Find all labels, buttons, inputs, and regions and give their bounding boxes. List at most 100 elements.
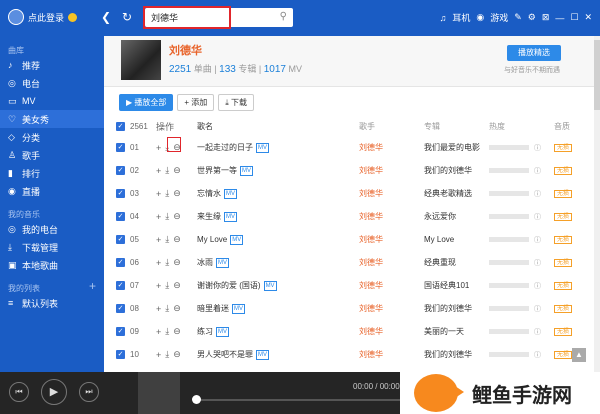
sidebar-item-download-manager[interactable]: ⤓ 下载管理 bbox=[0, 238, 104, 256]
progress-handle[interactable] bbox=[192, 395, 201, 404]
song-album[interactable]: 我们的刘德华 bbox=[424, 303, 489, 314]
song-album[interactable]: 经典重现 bbox=[424, 257, 489, 268]
info-icon[interactable]: ⓘ bbox=[534, 143, 554, 153]
add-icon[interactable]: + bbox=[156, 281, 161, 291]
row-checkbox[interactable]: ✓ bbox=[116, 327, 125, 336]
more-icon[interactable]: ⊖ bbox=[173, 188, 181, 199]
download-icon[interactable]: ⤓ bbox=[165, 303, 169, 314]
song-title[interactable]: 谢谢你的爱 (国语) MV bbox=[197, 280, 359, 291]
search-icon[interactable]: ⚲ bbox=[280, 11, 287, 22]
song-title[interactable]: 男人哭吧不是罪 MV bbox=[197, 349, 359, 360]
more-icon[interactable]: ⊖ bbox=[173, 257, 181, 268]
add-icon[interactable]: + bbox=[156, 235, 161, 245]
download-icon[interactable]: ⤓ bbox=[165, 211, 169, 222]
song-artist[interactable]: 刘德华 bbox=[359, 142, 424, 153]
mv-count[interactable]: 1017 bbox=[264, 64, 286, 75]
add-list-icon[interactable]: + bbox=[89, 279, 96, 293]
sidebar-item-local-songs[interactable]: ▣ 本地歌曲 bbox=[0, 256, 104, 274]
song-artist[interactable]: 刘德华 bbox=[359, 349, 424, 360]
sidebar-item-beauty-show[interactable]: ♡ 美女秀 bbox=[0, 110, 104, 128]
info-icon[interactable]: ⓘ bbox=[534, 166, 554, 176]
add-icon[interactable]: + bbox=[156, 304, 161, 314]
table-row[interactable]: ✓ 05 + ⤓ ⊖ My Love MV 刘德华 My Love ⓘ 无损 bbox=[104, 228, 600, 251]
sidebar-item-recommend[interactable]: ♪ 推荐 bbox=[0, 56, 104, 74]
select-all-checkbox[interactable]: ✓ bbox=[116, 122, 125, 131]
more-icon[interactable]: ⊖ bbox=[173, 303, 181, 314]
back-to-top-icon[interactable]: ▲ bbox=[572, 348, 586, 362]
table-row[interactable]: ✓ 07 + ⤓ ⊖ 谢谢你的爱 (国语) MV 刘德华 国语经典101 ⓘ 无损 bbox=[104, 274, 600, 297]
song-artist[interactable]: 刘德华 bbox=[359, 188, 424, 199]
sidebar-item-radio[interactable]: ◎ 电台 bbox=[0, 74, 104, 92]
table-row[interactable]: ✓ 01 + ⤓ ⊖ 一起走过的日子 MV 刘德华 我们最爱的电影 ⓘ 无损 bbox=[104, 136, 600, 159]
mv-badge[interactable]: MV bbox=[232, 303, 245, 314]
more-icon[interactable]: ⊖ bbox=[173, 349, 181, 360]
song-title[interactable]: 世界第一等 MV bbox=[197, 165, 359, 176]
mv-badge[interactable]: MV bbox=[224, 211, 237, 222]
add-icon[interactable]: + bbox=[156, 166, 161, 176]
download-icon[interactable]: ⤓ bbox=[165, 234, 169, 245]
previous-icon[interactable]: ⏮ bbox=[9, 382, 29, 402]
add-icon[interactable]: + bbox=[156, 258, 161, 268]
song-album[interactable]: 我们的刘德华 bbox=[424, 165, 489, 176]
refresh-icon[interactable]: ↻ bbox=[122, 10, 132, 24]
add-icon[interactable]: + bbox=[156, 189, 161, 199]
scrollbar[interactable] bbox=[594, 36, 600, 372]
sidebar-item-category[interactable]: ◇ 分类 bbox=[0, 128, 104, 146]
sidebar-item-default-list[interactable]: ≡ 默认列表 bbox=[0, 294, 104, 312]
song-artist[interactable]: 刘德华 bbox=[359, 257, 424, 268]
info-icon[interactable]: ⓘ bbox=[534, 304, 554, 314]
mv-badge[interactable]: MV bbox=[256, 142, 269, 153]
more-icon[interactable]: ⊖ bbox=[173, 211, 181, 222]
settings-icon[interactable]: ⚙ bbox=[528, 12, 536, 23]
download-button[interactable]: ⤓ 下载 bbox=[218, 93, 255, 111]
song-artist[interactable]: 刘德华 bbox=[359, 326, 424, 337]
table-row[interactable]: ✓ 02 + ⤓ ⊖ 世界第一等 MV 刘德华 我们的刘德华 ⓘ 无损 bbox=[104, 159, 600, 182]
table-row[interactable]: ✓ 06 + ⤓ ⊖ 冰雨 MV 刘德华 经典重现 ⓘ 无损 bbox=[104, 251, 600, 274]
more-icon[interactable]: ⊖ bbox=[173, 326, 181, 337]
mv-count-label[interactable]: MV bbox=[289, 64, 303, 74]
more-icon[interactable]: ⊖ bbox=[173, 165, 181, 176]
search-box[interactable]: 刘德华 ⚲ bbox=[143, 6, 293, 29]
song-artist[interactable]: 刘德华 bbox=[359, 280, 424, 291]
mv-badge[interactable]: MV bbox=[216, 257, 229, 268]
song-title[interactable]: 暗里着迷 MV bbox=[197, 303, 359, 314]
more-icon[interactable]: ⊖ bbox=[173, 280, 181, 291]
info-icon[interactable]: ⓘ bbox=[534, 327, 554, 337]
row-checkbox[interactable]: ✓ bbox=[116, 189, 125, 198]
info-icon[interactable]: ⓘ bbox=[534, 235, 554, 245]
more-icon[interactable]: ⊖ bbox=[173, 234, 181, 245]
add-button[interactable]: + 添加 bbox=[177, 93, 215, 111]
song-count[interactable]: 2251 bbox=[169, 64, 191, 75]
row-checkbox[interactable]: ✓ bbox=[116, 304, 125, 313]
info-icon[interactable]: ⓘ bbox=[534, 258, 554, 268]
mv-badge[interactable]: MV bbox=[216, 326, 229, 337]
row-checkbox[interactable]: ✓ bbox=[116, 350, 125, 359]
album-cover[interactable] bbox=[138, 372, 180, 414]
next-icon[interactable]: ⏭ bbox=[79, 382, 99, 402]
info-icon[interactable]: ⓘ bbox=[534, 189, 554, 199]
row-checkbox[interactable]: ✓ bbox=[116, 143, 125, 152]
progress-bar[interactable] bbox=[193, 399, 403, 401]
scrollbar-thumb[interactable] bbox=[594, 40, 600, 110]
song-count-label[interactable]: 单曲 bbox=[194, 64, 212, 74]
table-row[interactable]: ✓ 09 + ⤓ ⊖ 练习 MV 刘德华 美丽的一天 ⓘ 无损 bbox=[104, 320, 600, 343]
gamepad-icon[interactable]: ◉ bbox=[476, 12, 484, 23]
song-title[interactable]: 练习 MV bbox=[197, 326, 359, 337]
back-icon[interactable]: ❮ bbox=[101, 10, 111, 24]
download-icon[interactable]: ⤓ bbox=[165, 165, 169, 176]
mv-badge[interactable]: MV bbox=[224, 188, 237, 199]
table-row[interactable]: ✓ 10 + ⤓ ⊖ 男人哭吧不是罪 MV 刘德华 我们的刘德华 ⓘ 无损 bbox=[104, 343, 600, 366]
song-album[interactable]: 我们最爱的电影 bbox=[424, 142, 489, 153]
row-checkbox[interactable]: ✓ bbox=[116, 258, 125, 267]
play-selection-button[interactable]: 播放精选 bbox=[507, 45, 561, 61]
song-title[interactable]: 来生缘 MV bbox=[197, 211, 359, 222]
album-count-label[interactable]: 专辑 bbox=[238, 64, 256, 74]
skin-icon[interactable]: ✎ bbox=[514, 12, 522, 23]
play-icon[interactable]: ▶ bbox=[41, 379, 67, 405]
download-icon[interactable]: ⤓ bbox=[165, 280, 169, 291]
download-icon[interactable]: ⤓ bbox=[165, 257, 169, 268]
info-icon[interactable]: ⓘ bbox=[534, 212, 554, 222]
song-album[interactable]: 美丽的一天 bbox=[424, 326, 489, 337]
close-icon[interactable]: ✕ bbox=[584, 12, 592, 23]
table-row[interactable]: ✓ 03 + ⤓ ⊖ 忘情水 MV 刘德华 经典老歌精选 ⓘ 无损 bbox=[104, 182, 600, 205]
